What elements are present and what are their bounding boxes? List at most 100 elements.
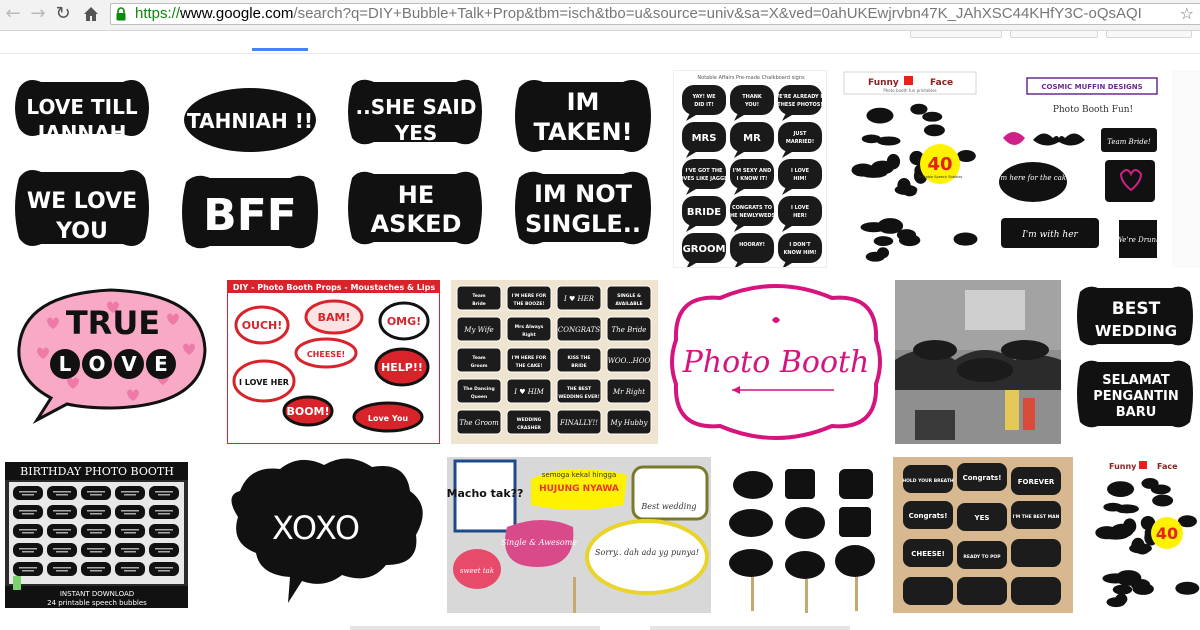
speech-bubble <box>894 184 918 195</box>
prop-text: SINGLE.. <box>525 210 641 238</box>
image-result[interactable]: Macho tak?? semoga kekal hingga HUJUNG N… <box>447 457 711 613</box>
next-row-hint <box>650 626 850 630</box>
prop-text: FOREVER <box>1018 478 1055 486</box>
back-arrow-icon[interactable]: ← <box>2 3 24 25</box>
footer-text: INSTANT DOWNLOAD <box>60 590 134 598</box>
prop-text: WE'RE ALREADY IN <box>774 94 827 100</box>
prop-text: Groom <box>471 363 488 369</box>
brand-sub: Photo booth fun printables <box>883 88 936 93</box>
bubble-silhouette <box>785 507 825 539</box>
prop-text: YOU! <box>744 102 759 108</box>
prop-text: THE BEST <box>567 386 592 392</box>
prop-text: The Bride <box>612 326 647 334</box>
prop-text: GROOM <box>683 244 726 255</box>
speech-bubble <box>81 543 111 557</box>
prop-text: Photo Booth <box>682 345 870 380</box>
prop-text: Congrats! <box>909 512 948 520</box>
prop-text: ASKED <box>371 210 462 238</box>
bookmark-star-icon[interactable]: ☆ <box>1180 4 1194 24</box>
speech-bubble <box>47 562 77 576</box>
prop-text: Sorry.. dah ada yg punya! <box>595 548 699 557</box>
chalk-sign <box>682 159 726 189</box>
prop-text: HE <box>398 181 434 209</box>
image-result[interactable]: Funny Face 40 <box>1085 457 1200 613</box>
chalk-sign <box>730 233 774 263</box>
forward-arrow-icon[interactable]: → <box>27 3 49 25</box>
image-result[interactable]: Team Bride I'M HERE FOR THE BOOZE! I ♥ HER SI… <box>451 280 658 444</box>
image-result[interactable] <box>723 457 881 613</box>
bubble-silhouette <box>839 507 871 537</box>
thumb-title: Photo Booth Fun! <box>1053 105 1133 115</box>
image-result[interactable]: Funny Face Photo booth fun printables 40… <box>840 70 980 268</box>
prop-text: JUST <box>793 131 808 137</box>
prop-text: I KNOW IT! <box>737 176 768 182</box>
chalk-sign <box>778 196 822 226</box>
prop-text: Mr Right <box>612 388 645 396</box>
result-thumbnail: Team Bride I'M HERE FOR THE BOOZE! I ♥ HER SI… <box>456 285 652 435</box>
speech-bubble <box>870 160 894 175</box>
prop-text: I ♥ HER <box>563 295 595 303</box>
image-result[interactable]: TRUE LOVE <box>7 280 216 444</box>
speech-bubble <box>149 562 179 576</box>
image-result[interactable]: LOVE TILL JANNAH WE LOVE YOU <box>5 70 160 268</box>
result-thumbnail: Funny Face Photo booth fun printables 40… <box>843 71 978 262</box>
image-result[interactable]: TAHNIAH !! BFF <box>172 70 327 268</box>
header-button[interactable] <box>1106 31 1192 38</box>
speech-bubble <box>910 103 928 115</box>
image-result[interactable]: COSMIC MUFFIN DESIGNS Photo Booth Fun! T… <box>993 70 1160 268</box>
banner-text: COSMIC MUFFIN DESIGNS <box>1041 83 1142 91</box>
image-result[interactable] <box>1172 70 1200 268</box>
prop-text: BAM! <box>318 311 351 324</box>
prop-text: JANNAH <box>36 121 127 145</box>
prop-text: ..SHE SAID <box>356 95 477 119</box>
image-result[interactable]: HOLD YOUR BREATH Congrats! FOREVER Congrats… <box>893 457 1073 613</box>
result-thumbnail: Funny Face 40 <box>1095 461 1200 608</box>
prop-text: Team <box>472 355 486 361</box>
image-result[interactable]: BEST WEDDING SELAMAT PENGANTIN BARU <box>1072 280 1200 444</box>
prop-text: WEDDING EVER! <box>558 394 599 400</box>
prop-text: The Dancing <box>463 386 495 392</box>
header-button[interactable] <box>910 31 1002 38</box>
reload-icon[interactable]: ↻ <box>52 3 74 25</box>
active-tab-indicator <box>252 48 308 51</box>
prop-text: WEDDING <box>1095 322 1177 340</box>
prop-text: V <box>121 352 137 376</box>
prop-text: MARRIED! <box>786 139 814 145</box>
brand-text: Funny <box>1109 462 1137 471</box>
count-text: 40 <box>927 154 952 175</box>
sign-text: We're Drunk <box>1116 236 1160 244</box>
brand-text: Funny <box>868 78 899 88</box>
result-thumbnail: LOVE TILL JANNAH WE LOVE YOU <box>5 70 160 268</box>
prop-text: THESE PHOTOS! <box>777 102 822 108</box>
prop-text: Macho tak?? <box>447 487 523 500</box>
browser-toolbar: ← → ↻ https://www.google.com/search?q=DI… <box>0 0 1200 31</box>
image-result[interactable]: BIRTHDAY PHOTO BOOTH INSTANT DOWNLOAD 24… <box>5 462 188 608</box>
prop-text: WE LOVE <box>27 189 137 214</box>
image-result[interactable] <box>895 280 1061 444</box>
prop-text: BRIDE <box>571 363 586 369</box>
prop-text: TRUE <box>66 304 160 342</box>
prop-text: I'VE GOT THE <box>686 168 724 174</box>
address-bar[interactable]: https://www.google.com/search?q=DIY+Bubb… <box>110 3 1200 25</box>
image-result[interactable]: IM TAKEN! IM NOT SINGLE.. <box>505 70 661 268</box>
prop-text: Queen <box>471 394 487 400</box>
result-thumbnail: BIRTHDAY PHOTO BOOTH INSTANT DOWNLOAD 24… <box>5 462 188 608</box>
result-thumbnail <box>895 280 1061 444</box>
speech-bubble <box>923 124 945 137</box>
chalk-sign <box>730 159 774 189</box>
prop-text: YOU <box>55 219 108 244</box>
header-button[interactable] <box>1010 31 1098 38</box>
image-result[interactable]: Notable Affairs Pre-made Chalkboard sign… <box>673 70 827 268</box>
prop-text: BEST <box>1112 299 1161 319</box>
prop-text: I DON'T <box>789 242 811 248</box>
prop-text: HUJUNG NYAWA <box>539 484 619 494</box>
image-result[interactable]: XOXO <box>200 457 435 613</box>
home-icon[interactable] <box>80 3 102 25</box>
image-result[interactable]: DIY - Photo Booth Props - Moustaches & L… <box>227 280 440 444</box>
image-result[interactable]: ..SHE SAID YES HE ASKED <box>340 70 492 268</box>
prop-text: TAHNIAH !! <box>187 109 313 133</box>
bubble-silhouette <box>785 551 825 579</box>
speech-bubble <box>1112 584 1133 595</box>
image-result[interactable]: Photo Booth <box>670 280 883 444</box>
result-thumbnail: Notable Affairs Pre-made Chalkboard sign… <box>674 75 827 267</box>
